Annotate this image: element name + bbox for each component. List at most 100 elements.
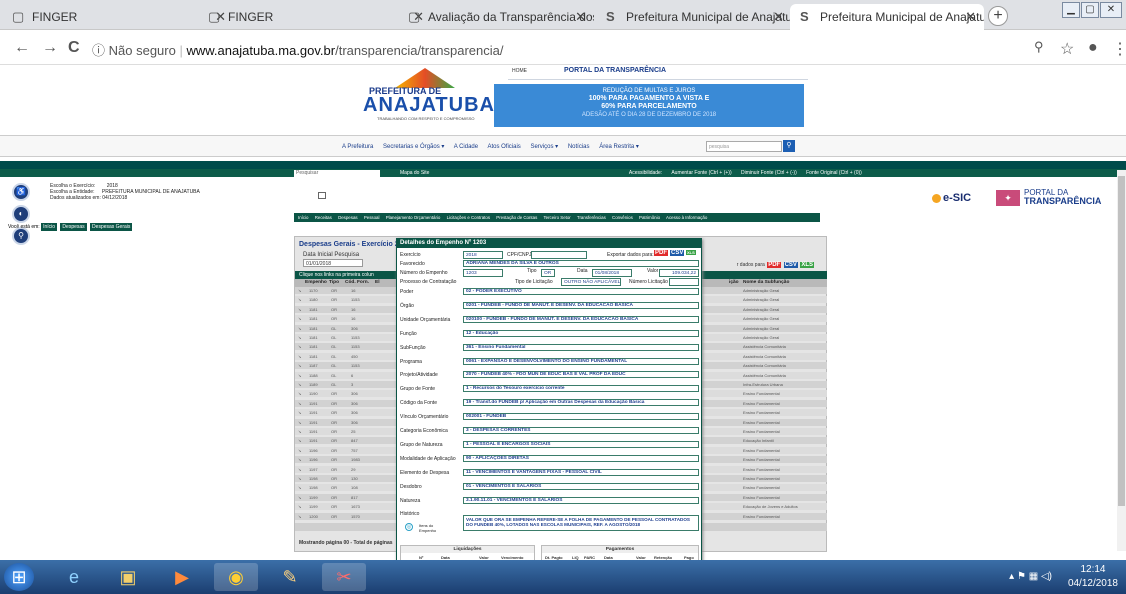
info-icon[interactable]: ⓘ: [92, 43, 105, 58]
browser-tab[interactable]: ▢ Avaliação da Transparência dos ✕: [398, 4, 594, 30]
tipo-licitacao-field[interactable]: OUTRO NÃO APLICÁVEL: [561, 278, 621, 286]
increase-font-link[interactable]: Aumentar Fonte (Ctrl + (+)): [671, 170, 731, 176]
field-value[interactable]: 3 - DESPESAS CORRENTES: [463, 427, 699, 434]
network-icon[interactable]: ▦: [1029, 571, 1038, 582]
browser-tab[interactable]: ▢ FINGER ✕: [198, 4, 432, 30]
expand-icon: ↘: [298, 344, 302, 350]
internet-explorer-icon[interactable]: e: [52, 563, 96, 591]
itens-icon[interactable]: ◎: [405, 523, 413, 531]
field-value[interactable]: 19 - Transf.do FUNDEB p/ Aplicação em Ou…: [463, 399, 699, 407]
close-window-icon[interactable]: ✕: [1100, 2, 1122, 18]
xls-export-button[interactable]: XLS: [800, 262, 814, 268]
field-value[interactable]: 0201 - FUNDEB - FUNDO DE MANUT. E DESENV…: [463, 301, 699, 309]
volume-icon[interactable]: ◁): [1041, 571, 1052, 582]
nav-noticias[interactable]: Notícias: [568, 144, 590, 150]
site-search-input[interactable]: pesquisa: [706, 141, 782, 152]
data-inicial-input[interactable]: 01/01/2018: [303, 259, 363, 267]
file-explorer-icon[interactable]: ▣: [106, 563, 150, 591]
modal-csv-button[interactable]: CSV: [670, 250, 685, 256]
chrome-icon[interactable]: ◉: [214, 563, 258, 591]
home-link[interactable]: HOME: [512, 68, 527, 74]
field-value[interactable]: 3.1.90.11.01 - VENCIMENTOS E SALÁRIOS: [463, 496, 699, 504]
pdf-export-button[interactable]: PDF: [767, 262, 782, 268]
data-field[interactable]: 01/08/2018: [592, 269, 632, 277]
zoom-icon[interactable]: ⚲: [1034, 39, 1044, 55]
field-value[interactable]: 020100 - FUNDEB - FUNDO DE MANUT. E DESE…: [463, 315, 699, 323]
scrollbar-thumb[interactable]: [1118, 176, 1125, 506]
table-cell: 1181: [309, 325, 318, 331]
field-value[interactable]: 90 - APLICAÇÕES DIRETAS: [463, 454, 699, 462]
close-icon[interactable]: ✕: [575, 9, 586, 25]
media-player-icon[interactable]: ▶: [160, 563, 204, 591]
contrast-icon[interactable]: ◐: [12, 205, 30, 223]
numero-empenho-field[interactable]: 1203: [463, 269, 503, 277]
field-value[interactable]: 361 - Ensino Fundamental: [463, 343, 699, 351]
field-value[interactable]: 1 - Recursos do Tesouro exercício corren…: [463, 385, 699, 393]
modal-pdf-button[interactable]: PDF: [654, 250, 668, 256]
city-logo[interactable]: PREFEITURA DE ANAJATUBA TRABALHANDO COM …: [355, 66, 495, 128]
new-tab-button[interactable]: +: [988, 6, 1008, 26]
show-hidden-icon[interactable]: ▴: [1009, 571, 1014, 582]
snipping-tool-icon[interactable]: ✂: [322, 563, 366, 591]
expand-icon: ↘: [298, 447, 302, 453]
clock[interactable]: 12:14 04/12/2018: [1068, 563, 1118, 591]
accessibility-icon[interactable]: ♿: [12, 183, 30, 201]
nav-secretarias[interactable]: Secretarias e Órgãos ▾: [383, 144, 444, 150]
site-map-link[interactable]: Mapa do Site: [400, 170, 429, 176]
flag-icon[interactable]: ⚑: [1017, 571, 1026, 582]
decrease-font-link[interactable]: Diminuir Fonte (Ctrl + (-)): [741, 170, 797, 176]
valor-field[interactable]: 109.034,22: [659, 269, 699, 277]
portal-transparencia-link[interactable]: PORTAL DA TRANSPARÊNCIA: [564, 67, 666, 74]
promo-banner[interactable]: REDUÇÃO DE MULTAS E JUROS 100% PARA PAGA…: [494, 84, 804, 127]
table-cell: 16: [351, 316, 356, 322]
field-value[interactable]: 11 - VENCIMENTOS E VANTAGENS FIXAS - PES…: [463, 468, 699, 476]
table-cell: OR: [331, 316, 337, 322]
reload-button[interactable]: C: [68, 39, 80, 57]
paint-icon[interactable]: ✎: [268, 563, 312, 591]
minimize-icon[interactable]: ▁: [1062, 2, 1080, 18]
expand-icon: ↘: [298, 513, 302, 519]
nav-servicos[interactable]: Serviços ▾: [530, 144, 558, 150]
historico-field[interactable]: VALOR QUE ORA SE EMPENHA REFERE-SE A FOL…: [463, 515, 699, 531]
modal-xls-button[interactable]: XLS: [686, 250, 696, 255]
csv-export-button[interactable]: CSV: [783, 262, 798, 268]
checkbox[interactable]: [318, 192, 326, 199]
bookmark-star-icon[interactable]: ☆: [1060, 39, 1074, 59]
url-field[interactable]: ⓘ Não seguro | www.anajatuba.ma.gov.br/t…: [92, 40, 503, 59]
itens-link[interactable]: Itens do Empenho: [419, 523, 443, 533]
nav-area-restrita[interactable]: Área Restrita ▾: [599, 144, 639, 150]
cpf-field[interactable]: [531, 251, 587, 259]
table-cell: GL: [331, 335, 337, 340]
field-value[interactable]: 002001 - FUNDEB: [463, 413, 699, 421]
nav-cidade[interactable]: A Cidade: [454, 144, 478, 150]
field-value[interactable]: 12 - Educação: [463, 329, 699, 337]
back-button[interactable]: ←: [14, 39, 30, 57]
favorecido-field[interactable]: ADRIANA MENDES DA SILVA E OUTROS: [463, 260, 699, 267]
field-value[interactable]: 0061 - EXPANSAO E DESENVOLVIMENTO DO ENS…: [463, 357, 699, 365]
field-value[interactable]: 01 - VENCIMENTOS E SALÁRIOS: [463, 482, 699, 490]
tipo-field[interactable]: OR: [541, 269, 555, 277]
nav-atos[interactable]: Atos Oficiais: [487, 144, 520, 150]
menu-icon[interactable]: ⋮: [1112, 39, 1126, 59]
original-font-link[interactable]: Fonte Original (Ctrl + (0)): [806, 170, 862, 176]
close-icon[interactable]: ✕: [773, 9, 784, 25]
browser-tab[interactable]: S Prefeitura Municipal de Anajatu ✕: [596, 4, 792, 30]
browser-tab-active[interactable]: S Prefeitura Municipal de Anajatu ✕: [790, 4, 984, 30]
start-button[interactable]: ⊞: [4, 563, 34, 591]
profile-icon[interactable]: ●: [1088, 39, 1098, 57]
empenho-details-dialog: Detalhes do Empenho Nº 1203 Exercício 20…: [396, 238, 702, 594]
esic-logo[interactable]: e-SIC: [932, 192, 971, 204]
pesquisar-input[interactable]: Pesquisar: [294, 170, 380, 178]
field-value[interactable]: 2070 - FUNDEB 40% - FDO MUN DE EDUC BAS …: [463, 371, 699, 379]
numero-licitacao-field[interactable]: [669, 278, 699, 286]
close-icon[interactable]: ✕: [965, 9, 976, 25]
portal-transparencia-logo[interactable]: ✦ PORTAL DA TRANSPARÊNCIA: [996, 189, 1101, 206]
search-icon[interactable]: ⚲: [783, 140, 795, 152]
nav-prefeitura[interactable]: A Prefeitura: [342, 144, 373, 150]
field-value[interactable]: 1 - PESSOAL E ENCARGOS SOCIAIS: [463, 440, 699, 448]
field-value[interactable]: 02 - PODER EXECUTIVO: [463, 288, 699, 295]
maximize-icon[interactable]: ▢: [1081, 2, 1099, 18]
forward-button[interactable]: →: [42, 39, 58, 57]
exercicio-field[interactable]: 2018: [463, 251, 503, 259]
table-cell: 29: [351, 466, 356, 472]
